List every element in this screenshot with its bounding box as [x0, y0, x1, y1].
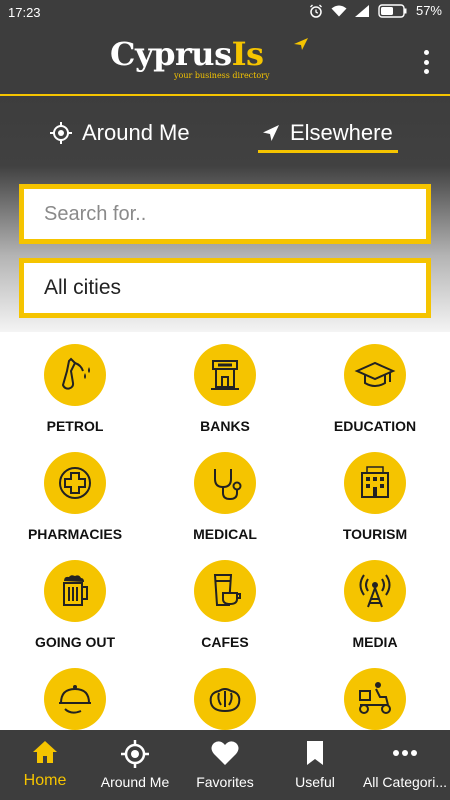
search-input[interactable]: [24, 189, 426, 239]
search-box: [19, 184, 431, 244]
wifi-icon: [331, 5, 347, 16]
category-education[interactable]: EDUCATION: [300, 332, 450, 440]
logo-tagline: your business directory: [174, 71, 270, 80]
food-cloche-icon: [59, 685, 91, 714]
category-label: MEDIA: [352, 634, 398, 650]
tab-elsewhere-label: Elsewhere: [290, 120, 393, 145]
app-logo[interactable]: CyprusIs your business directory: [110, 36, 310, 86]
active-tab-indicator: [258, 150, 398, 153]
status-bar: 17:23 57%: [0, 0, 450, 24]
nav-home-label: Home: [23, 772, 67, 789]
category-media[interactable]: MEDIA: [300, 548, 450, 656]
category-restaurants[interactable]: [0, 656, 150, 730]
category-banks[interactable]: BANKS: [150, 332, 300, 440]
status-time: 17:23: [8, 5, 41, 20]
tab-around-me[interactable]: Around Me: [50, 120, 190, 146]
home-icon: [33, 741, 57, 763]
category-pharmacies[interactable]: PHARMACIES: [0, 440, 150, 548]
logo-arrow-icon: [294, 38, 308, 50]
heart-icon: [211, 741, 239, 765]
nav-favorites[interactable]: Favorites: [180, 730, 270, 800]
category-tourism[interactable]: TOURISM: [300, 440, 450, 548]
alarm-icon: [310, 4, 322, 18]
category-going-out[interactable]: GOING OUT: [0, 548, 150, 656]
coffee-cup-icon: [213, 574, 241, 606]
bank-icon: [211, 360, 239, 390]
broadcast-tower-icon: [359, 574, 391, 608]
nav-useful-label: Useful: [295, 774, 335, 790]
city-selector[interactable]: All cities: [19, 258, 431, 318]
bread-icon: [209, 688, 241, 713]
tab-elsewhere[interactable]: Elsewhere: [262, 120, 393, 146]
nav-around-me-label: Around Me: [100, 774, 170, 790]
category-label: CAFES: [201, 634, 249, 650]
medical-cross-icon: [59, 467, 91, 499]
category-label: TOURISM: [342, 526, 408, 542]
logo-text: CyprusIs: [110, 35, 264, 73]
app-header: CyprusIs your business directory: [0, 24, 450, 96]
tab-around-me-label: Around Me: [82, 120, 190, 145]
category-delivery[interactable]: [300, 656, 450, 730]
overflow-menu-button[interactable]: [422, 50, 430, 74]
bottom-navigation: Home Around Me Favorites Useful All Cate…: [0, 730, 450, 800]
nav-useful[interactable]: Useful: [270, 730, 360, 800]
nav-all-categories[interactable]: All Categori...: [360, 730, 450, 800]
category-label: BANKS: [200, 418, 250, 434]
category-label: EDUCATION: [333, 418, 417, 434]
graduation-cap-icon: [354, 361, 396, 387]
category-label: PHARMACIES: [27, 526, 123, 542]
status-icons: 57%: [309, 3, 442, 18]
category-label: GOING OUT: [34, 634, 116, 650]
signal-icon: [354, 4, 369, 17]
beer-mug-icon: [63, 575, 88, 606]
nav-all-categories-label: All Categori...: [362, 774, 448, 790]
more-vert-icon: [423, 50, 429, 55]
stethoscope-icon: [214, 469, 242, 501]
category-petrol[interactable]: PETROL: [0, 332, 150, 440]
fuel-pump-icon: [61, 357, 90, 390]
more-dots-icon: [393, 750, 417, 756]
nav-around-me[interactable]: Around Me: [90, 730, 180, 800]
category-grid: PETROL BANKS EDUCATION PHARMACIES MEDICA…: [0, 332, 450, 730]
delivery-scooter-icon: [359, 682, 391, 714]
target-icon: [50, 122, 72, 144]
category-cafes[interactable]: CAFES: [150, 548, 300, 656]
nav-home[interactable]: Home: [0, 730, 90, 800]
crosshair-icon: [121, 740, 149, 768]
category-bakeries[interactable]: [150, 656, 300, 730]
city-selector-value: All cities: [44, 276, 122, 299]
category-label: MEDICAL: [193, 526, 257, 542]
bookmark-icon: [307, 741, 323, 765]
battery-icon: [378, 3, 407, 18]
category-label: PETROL: [46, 418, 104, 434]
navigation-arrow-icon: [263, 125, 279, 141]
hotel-icon: [361, 466, 389, 498]
nav-favorites-label: Favorites: [196, 774, 254, 790]
category-medical[interactable]: MEDICAL: [150, 440, 300, 548]
search-panel: Around Me Elsewhere All cities: [0, 96, 450, 332]
battery-percent: 57%: [415, 3, 442, 18]
